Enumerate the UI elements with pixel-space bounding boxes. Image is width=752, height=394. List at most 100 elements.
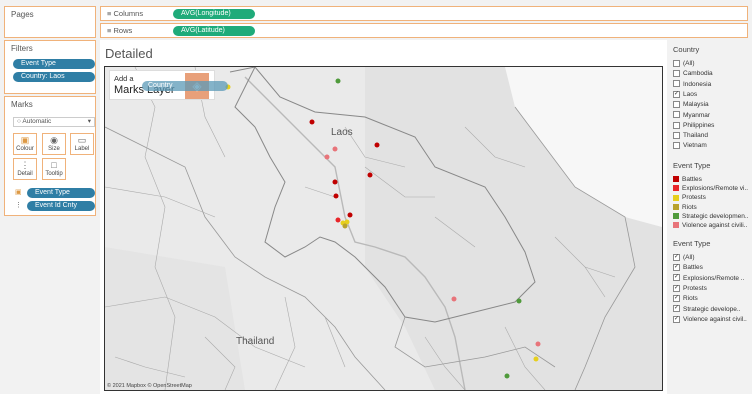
map-point[interactable] — [342, 223, 348, 229]
country-filter-option[interactable]: (All) — [673, 59, 695, 68]
chevron-down-icon: ▾ — [87, 118, 91, 125]
country-filter-option[interactable]: Myanmar — [673, 111, 710, 120]
map-point[interactable] — [324, 154, 330, 160]
filters-card[interactable]: Filters Event Type Country: Laos — [4, 40, 96, 94]
map-point[interactable] — [333, 193, 339, 199]
event-filter-title: Event Type — [673, 239, 711, 248]
colour-button[interactable]: ▣ Colour — [13, 133, 37, 155]
event-filter-option[interactable]: ✓ Strategic develope.. — [673, 305, 740, 314]
map-point[interactable] — [332, 146, 338, 152]
country-filter-option-label: Indonesia — [683, 80, 712, 88]
legend-item-label: Protests — [682, 194, 706, 202]
checkbox-icon[interactable]: ✓ — [673, 253, 680, 261]
checkbox-icon[interactable]: ✓ — [673, 294, 680, 302]
checkbox-icon[interactable]: ✓ — [673, 315, 680, 323]
event-legend-title: Event Type — [673, 161, 711, 170]
rows-shelf[interactable]: ≡ Rows AVG(Latitude) — [100, 23, 748, 38]
map-point[interactable] — [347, 212, 353, 218]
country-filter-option[interactable]: Philippines — [673, 121, 714, 130]
country-filter-option[interactable]: Indonesia — [673, 80, 711, 89]
mark-type-value: Automatic — [22, 118, 52, 125]
country-filter-option-label: Thailand — [683, 132, 708, 140]
country-label-laos: Laos — [331, 127, 353, 138]
checkbox-icon[interactable]: ✓ — [673, 264, 680, 272]
checkbox-icon[interactable] — [673, 59, 680, 67]
country-filter-option[interactable]: Vietnam — [673, 141, 707, 150]
country-filter-option-label: Malaysia — [683, 101, 709, 109]
map-point[interactable] — [335, 78, 341, 84]
country-filter-option-label: Cambodia — [683, 70, 713, 78]
map-point[interactable] — [332, 179, 338, 185]
country-filter-option[interactable]: Cambodia — [673, 69, 713, 78]
columns-pill-longitude[interactable]: AVG(Longitude) — [173, 9, 255, 19]
detail-field-icon: ⋮ — [15, 202, 22, 209]
tooltip-button[interactable]: □ Tooltip — [42, 158, 66, 180]
country-label-thailand: Thailand — [236, 336, 275, 347]
legend-item[interactable]: Protests — [673, 193, 706, 202]
country-filter-card: Country (All) Cambodia Indonesia ✓ Laos Malay… — [669, 42, 752, 152]
checkbox-icon[interactable] — [673, 70, 680, 78]
legend-item[interactable]: Riots — [673, 203, 697, 212]
pages-shelf[interactable]: Pages — [4, 6, 96, 38]
map[interactable]: Laos Thailand Add a Marks Layer ◈ Countr… — [104, 66, 663, 391]
checkbox-icon[interactable] — [673, 142, 680, 150]
legend-item-label: Battles — [682, 176, 702, 183]
marks-pill-event-id[interactable]: Event Id Cnty — [27, 201, 95, 211]
legend-swatch — [673, 176, 679, 183]
label-button[interactable]: ▭ Label — [70, 133, 94, 155]
legend-item[interactable]: Explosions/Remote vi.. — [673, 184, 748, 193]
columns-shelf[interactable]: ≡ Columns AVG(Longitude) — [100, 6, 748, 21]
checkbox-icon[interactable] — [673, 111, 680, 119]
pages-title: Pages — [11, 10, 34, 19]
event-filter-option-label: Violence against civil.. — [683, 315, 747, 323]
detail-icon: ⋮ — [20, 160, 30, 170]
mark-type-dropdown[interactable]: ○ Automatic ▾ — [13, 117, 95, 127]
map-attribution: © 2021 Mapbox © OpenStreetMap — [107, 383, 192, 389]
map-point[interactable] — [533, 356, 539, 362]
legend-item[interactable]: Strategic developmen.. — [673, 212, 748, 221]
map-point[interactable] — [374, 142, 380, 148]
country-filter-option[interactable]: ✓ Laos — [673, 90, 697, 99]
map-point[interactable] — [535, 341, 541, 347]
event-type-filter-card: Event Type ✓ (All) ✓ Battles ✓ Explosions/Rem… — [669, 236, 752, 328]
filter-pill-event-type[interactable]: Event Type — [13, 59, 95, 69]
map-point[interactable] — [516, 298, 522, 304]
map-point[interactable] — [309, 119, 315, 125]
event-filter-option[interactable]: ✓ Protests — [673, 284, 707, 293]
filter-pill-country[interactable]: Country: Laos — [13, 72, 95, 82]
event-filter-option-label: Strategic develope.. — [683, 305, 741, 313]
map-point[interactable] — [504, 373, 510, 379]
event-filter-option[interactable]: ✓ Battles — [673, 263, 703, 272]
event-filter-option[interactable]: ✓ Violence against civil.. — [673, 315, 747, 324]
checkbox-icon[interactable]: ✓ — [673, 305, 680, 313]
checkbox-icon[interactable] — [673, 100, 680, 108]
checkbox-icon[interactable] — [673, 80, 680, 88]
marks-card[interactable]: Marks ○ Automatic ▾ ▣ Colour ◉ Size ▭ La… — [4, 96, 96, 216]
map-point[interactable] — [451, 296, 457, 302]
size-button[interactable]: ◉ Size — [42, 133, 66, 155]
event-filter-option[interactable]: ✓ (All) — [673, 253, 695, 262]
columns-label-text: Columns — [113, 9, 144, 18]
event-filter-option-label: Protests — [683, 284, 707, 292]
country-filter-option[interactable]: Malaysia — [673, 100, 709, 109]
map-point[interactable] — [367, 172, 373, 178]
add-marks-layer-dropzone[interactable]: Add a Marks Layer ◈ Country — [109, 70, 228, 100]
drag-pill-country[interactable]: Country — [142, 81, 228, 91]
columns-icon: ≡ — [107, 9, 112, 18]
checkbox-icon[interactable]: ✓ — [673, 284, 680, 292]
country-filter-option-label: Vietnam — [683, 142, 707, 150]
checkbox-icon[interactable] — [673, 131, 680, 139]
country-filter-option-label: Laos — [683, 90, 698, 98]
country-filter-option[interactable]: Thailand — [673, 131, 708, 140]
checkbox-icon[interactable] — [673, 121, 680, 129]
legend-item[interactable]: Battles — [673, 175, 702, 184]
rows-pill-latitude[interactable]: AVG(Latitude) — [173, 26, 255, 36]
legend-item[interactable]: Violence against civili.. — [673, 221, 747, 230]
marks-pill-event-type[interactable]: Event Type — [27, 188, 95, 198]
map-point[interactable] — [335, 217, 341, 223]
detail-button[interactable]: ⋮ Detail — [13, 158, 37, 180]
checkbox-icon[interactable]: ✓ — [673, 274, 680, 282]
event-filter-option[interactable]: ✓ Explosions/Remote .. — [673, 274, 744, 283]
checkbox-icon[interactable]: ✓ — [673, 90, 680, 98]
event-filter-option[interactable]: ✓ Riots — [673, 294, 698, 303]
